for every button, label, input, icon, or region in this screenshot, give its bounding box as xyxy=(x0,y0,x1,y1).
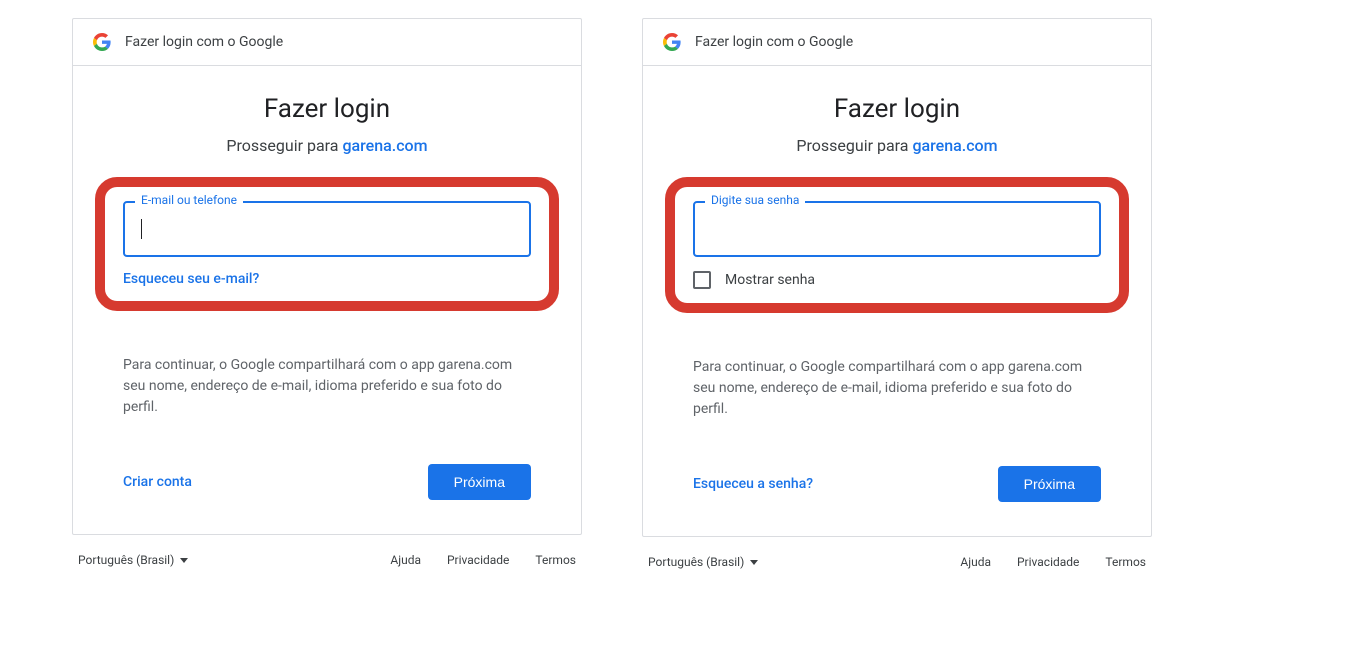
header-text: Fazer login com o Google xyxy=(695,34,853,50)
signin-card-password: Fazer login com o Google Fazer login Pro… xyxy=(642,18,1152,537)
footer: Português (Brasil) Ajuda Privacidade Ter… xyxy=(72,535,582,567)
card-header: Fazer login com o Google xyxy=(73,19,581,66)
password-input[interactable] xyxy=(693,201,1101,257)
email-input[interactable] xyxy=(123,201,531,257)
subtitle-prefix: Prosseguir para xyxy=(226,136,342,155)
highlight-annotation: Digite sua senha Mostrar senha xyxy=(665,177,1129,313)
forgot-email-link[interactable]: Esqueceu seu e-mail? xyxy=(123,271,531,287)
disclosure-text: Para continuar, o Google compartilhará c… xyxy=(693,357,1101,420)
footer-privacy-link[interactable]: Privacidade xyxy=(1017,555,1079,569)
subtitle-link[interactable]: garena.com xyxy=(912,136,997,155)
language-label: Português (Brasil) xyxy=(78,553,174,567)
subtitle: Prosseguir para garena.com xyxy=(123,136,531,155)
subtitle-prefix: Prosseguir para xyxy=(796,136,912,155)
subtitle-link[interactable]: garena.com xyxy=(342,136,427,155)
chevron-down-icon xyxy=(180,558,188,563)
footer-terms-link[interactable]: Termos xyxy=(535,553,576,567)
card-header: Fazer login com o Google xyxy=(643,19,1151,66)
text-cursor-icon xyxy=(141,219,142,239)
footer: Português (Brasil) Ajuda Privacidade Ter… xyxy=(642,537,1152,569)
footer-help-link[interactable]: Ajuda xyxy=(960,555,991,569)
google-logo-icon xyxy=(663,33,681,51)
show-password-checkbox[interactable] xyxy=(693,271,711,289)
next-button[interactable]: Próxima xyxy=(998,466,1101,502)
forgot-password-link[interactable]: Esqueceu a senha? xyxy=(693,476,813,492)
footer-help-link[interactable]: Ajuda xyxy=(390,553,421,567)
language-label: Português (Brasil) xyxy=(648,555,744,569)
email-field-label: E-mail ou telefone xyxy=(135,193,243,207)
google-logo-icon xyxy=(93,33,111,51)
highlight-annotation: E-mail ou telefone Esqueceu seu e-mail? xyxy=(95,177,559,311)
page-title: Fazer login xyxy=(123,94,531,124)
header-text: Fazer login com o Google xyxy=(125,34,283,50)
email-field-wrapper: E-mail ou telefone xyxy=(123,201,531,257)
footer-privacy-link[interactable]: Privacidade xyxy=(447,553,509,567)
password-field-label: Digite sua senha xyxy=(705,193,805,207)
language-selector[interactable]: Português (Brasil) xyxy=(78,553,188,567)
show-password-label: Mostrar senha xyxy=(725,272,815,288)
page-title: Fazer login xyxy=(693,94,1101,124)
disclosure-text: Para continuar, o Google compartilhará c… xyxy=(123,355,531,418)
create-account-link[interactable]: Criar conta xyxy=(123,474,192,490)
signin-card-email: Fazer login com o Google Fazer login Pro… xyxy=(72,18,582,535)
language-selector[interactable]: Português (Brasil) xyxy=(648,555,758,569)
password-field-wrapper: Digite sua senha xyxy=(693,201,1101,257)
next-button[interactable]: Próxima xyxy=(428,464,531,500)
footer-terms-link[interactable]: Termos xyxy=(1105,555,1146,569)
subtitle: Prosseguir para garena.com xyxy=(693,136,1101,155)
chevron-down-icon xyxy=(750,560,758,565)
